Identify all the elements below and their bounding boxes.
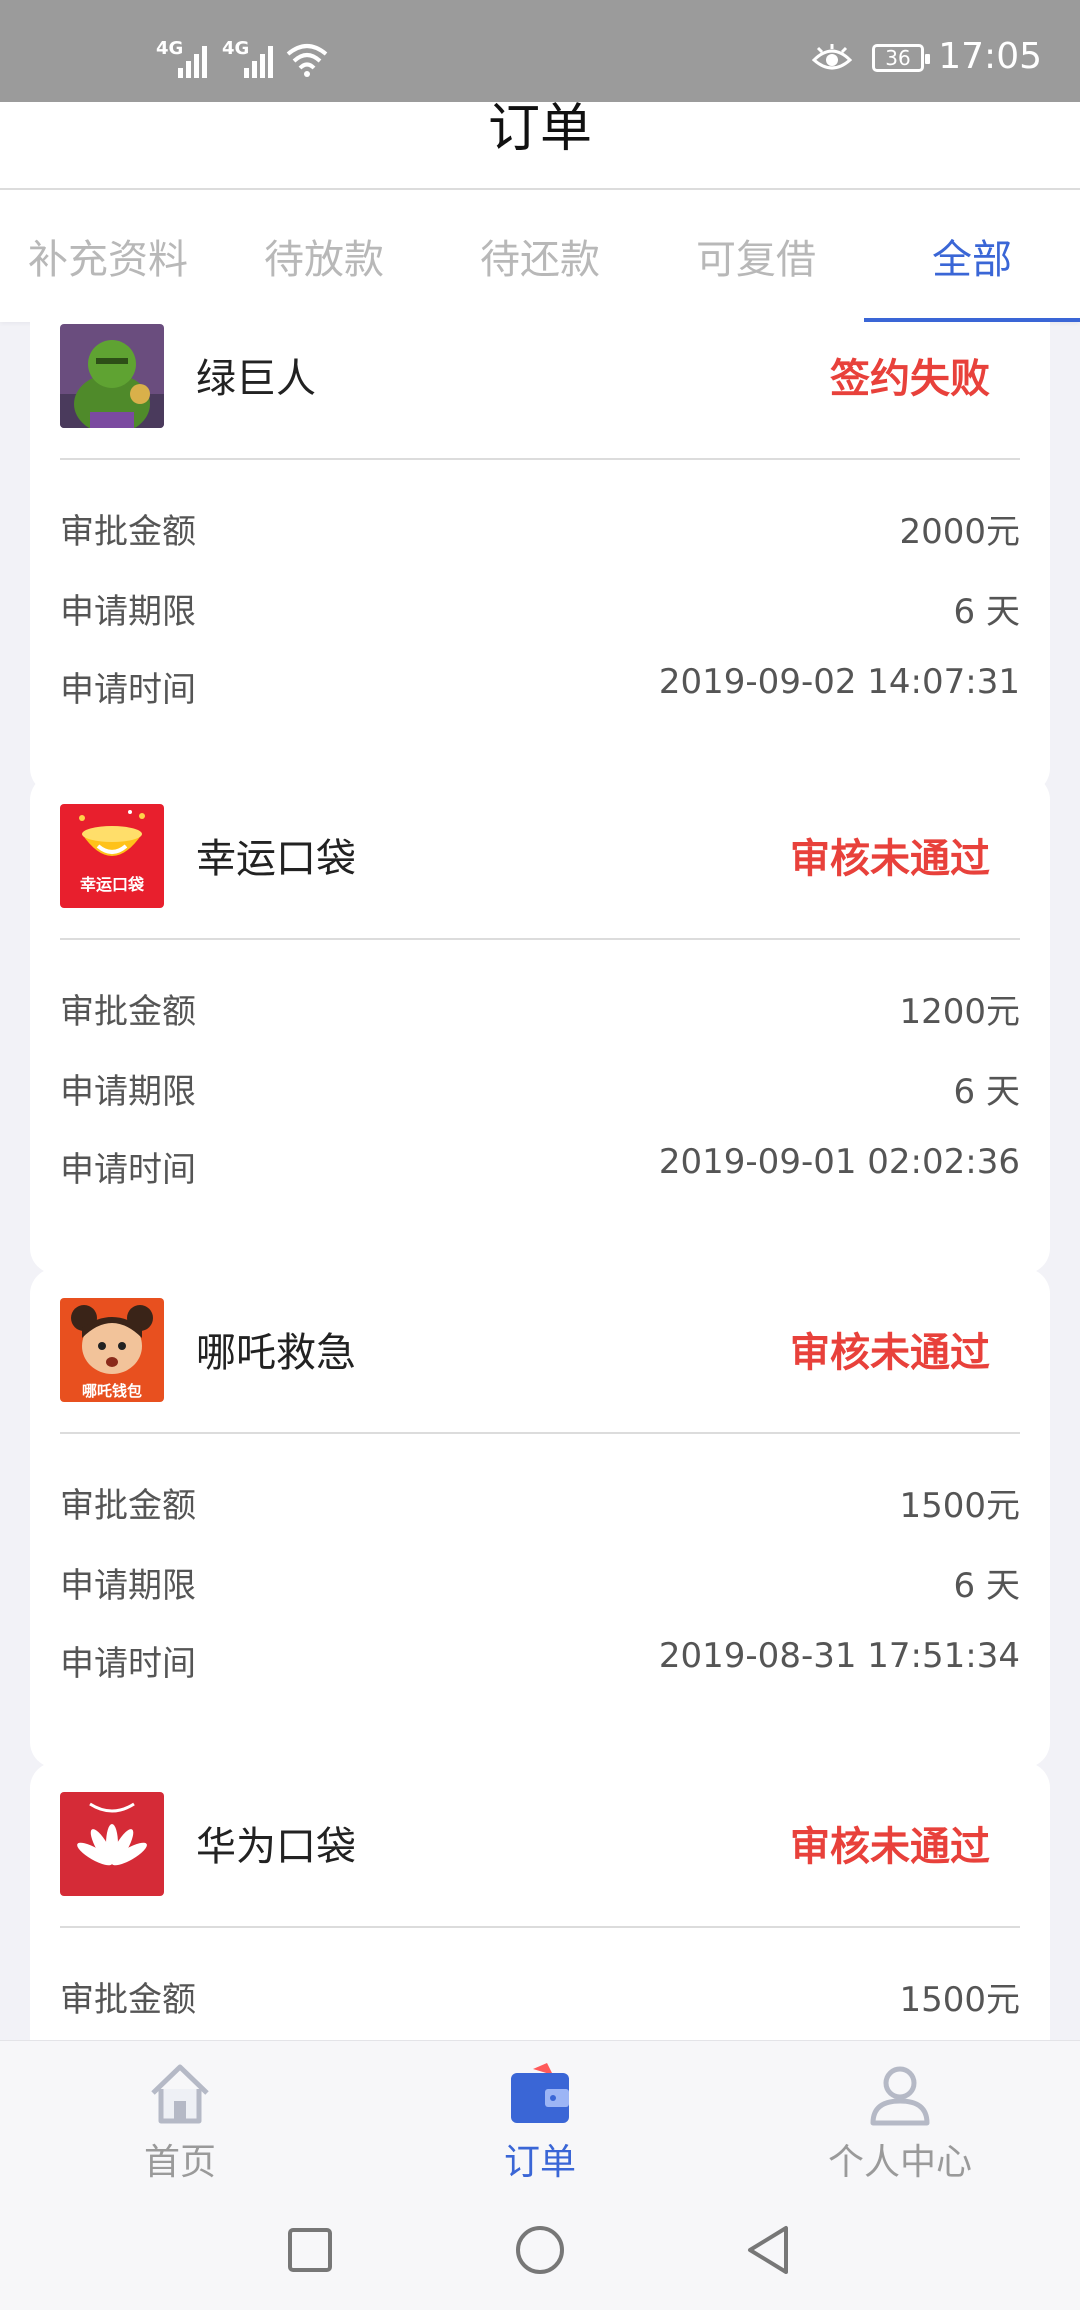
- term-value: 6 天: [953, 1566, 1020, 1606]
- nezha-logo: 哪吒钱包: [60, 1298, 164, 1402]
- amount-value: 1200元: [899, 992, 1020, 1032]
- time-label: 申请时间: [60, 670, 196, 710]
- order-card[interactable]: 绿巨人 签约失败 审批金额 2000元 申请期限 6 天 申请时间 2019-0…: [30, 322, 1050, 794]
- home-circle-icon[interactable]: [510, 2220, 570, 2280]
- person-icon: [870, 2066, 930, 2126]
- page-header: 订单: [0, 102, 1080, 190]
- divider: [60, 458, 1020, 460]
- tab-supplement-info[interactable]: 补充资料: [0, 190, 216, 322]
- nav-orders[interactable]: 订单: [360, 2041, 720, 2191]
- order-tabs: 补充资料 待放款 待还款 可复借 全部: [0, 190, 1080, 322]
- amount-row: 审批金额 1500元: [60, 1478, 1020, 1526]
- term-value: 6 天: [953, 592, 1020, 632]
- huawei-pocket-logo: [60, 1792, 164, 1896]
- order-card[interactable]: 华为口袋 审核未通过 审批金额 1500元: [30, 1762, 1050, 2040]
- amount-row: 审批金额 2000元: [60, 504, 1020, 552]
- lender-name: 华为口袋: [196, 1824, 356, 1870]
- battery-indicator: 36: [872, 44, 930, 72]
- svg-text:幸运口袋: 幸运口袋: [80, 875, 145, 894]
- time-row: 申请时间 2019-09-02 14:07:31: [60, 662, 1020, 710]
- wallet-icon: [511, 2063, 569, 2123]
- divider: [60, 1432, 1020, 1434]
- amount-row: 审批金额 1500元: [60, 1972, 1020, 2020]
- tab-pending-loan[interactable]: 待放款: [216, 190, 432, 322]
- order-list: 绿巨人 签约失败 审批金额 2000元 申请期限 6 天 申请时间 2019-0…: [0, 322, 1080, 2040]
- amount-value: 1500元: [899, 1980, 1020, 2020]
- term-row: 申请期限 6 天: [60, 1558, 1020, 1606]
- home-icon: [151, 2064, 209, 2124]
- recent-apps-icon[interactable]: [280, 2220, 340, 2280]
- order-status: 审核未通过: [790, 1330, 990, 1376]
- nav-profile[interactable]: 个人中心: [720, 2041, 1080, 2191]
- svg-text:哪吒钱包: 哪吒钱包: [82, 1382, 142, 1400]
- hulk-logo: [60, 324, 164, 428]
- time-label: 申请时间: [60, 1644, 196, 1684]
- time-row: 申请时间 2019-08-31 17:51:34: [60, 1636, 1020, 1684]
- term-label: 申请期限: [60, 1072, 196, 1112]
- time-label: 申请时间: [60, 1150, 196, 1190]
- term-label: 申请期限: [60, 592, 196, 632]
- amount-value: 1500元: [899, 1486, 1020, 1526]
- amount-label: 审批金额: [60, 1486, 196, 1526]
- time-row: 申请时间 2019-09-01 02:02:36: [60, 1142, 1020, 1190]
- order-status: 审核未通过: [790, 1824, 990, 1870]
- order-card[interactable]: 幸运口袋 幸运口袋 审核未通过 审批金额 1200元 申请期限 6 天 申请时间…: [30, 774, 1050, 1274]
- lender-name: 幸运口袋: [196, 836, 356, 882]
- time-value: 2019-08-31 17:51:34: [658, 1636, 1020, 1676]
- tab-pending-repayment[interactable]: 待还款: [432, 190, 648, 322]
- time-value: 2019-09-02 14:07:31: [658, 662, 1020, 702]
- order-status: 签约失败: [830, 356, 990, 402]
- system-navigation-bar: [0, 2190, 1080, 2310]
- nav-label: 首页: [143, 2142, 216, 2183]
- page-title: 订单: [487, 102, 592, 159]
- nav-label: 订单: [503, 2142, 576, 2183]
- term-row: 申请期限 6 天: [60, 1064, 1020, 1112]
- lender-name: 绿巨人: [196, 356, 316, 402]
- order-status: 审核未通过: [790, 836, 990, 882]
- wifi-icon: [286, 44, 328, 77]
- amount-label: 审批金额: [60, 1980, 196, 2020]
- term-row: 申请期限 6 天: [60, 584, 1020, 632]
- back-triangle-icon[interactable]: [740, 2220, 800, 2280]
- divider: [60, 938, 1020, 940]
- bottom-nav: 首页 订单 个人中心: [0, 2040, 1080, 2191]
- divider: [60, 1926, 1020, 1928]
- eye-comfort-icon: [812, 44, 852, 70]
- status-bar: 4G 4G 36 17:05: [0, 0, 1080, 102]
- lucky-pocket-logo: 幸运口袋: [60, 804, 164, 908]
- term-value: 6 天: [953, 1072, 1020, 1112]
- tab-re-borrow[interactable]: 可复借: [648, 190, 864, 322]
- amount-label: 审批金额: [60, 512, 196, 552]
- amount-value: 2000元: [899, 512, 1020, 552]
- amount-label: 审批金额: [60, 992, 196, 1032]
- amount-row: 审批金额 1200元: [60, 984, 1020, 1032]
- order-card[interactable]: 哪吒钱包 哪吒救急 审核未通过 审批金额 1500元 申请期限 6 天 申请时间…: [30, 1268, 1050, 1768]
- term-label: 申请期限: [60, 1566, 196, 1606]
- status-time: 17:05: [938, 36, 1042, 77]
- nav-home[interactable]: 首页: [0, 2041, 360, 2191]
- lender-name: 哪吒救急: [196, 1330, 356, 1376]
- time-value: 2019-09-01 02:02:36: [658, 1142, 1020, 1182]
- nav-label: 个人中心: [827, 2142, 972, 2183]
- tab-all[interactable]: 全部: [864, 190, 1080, 322]
